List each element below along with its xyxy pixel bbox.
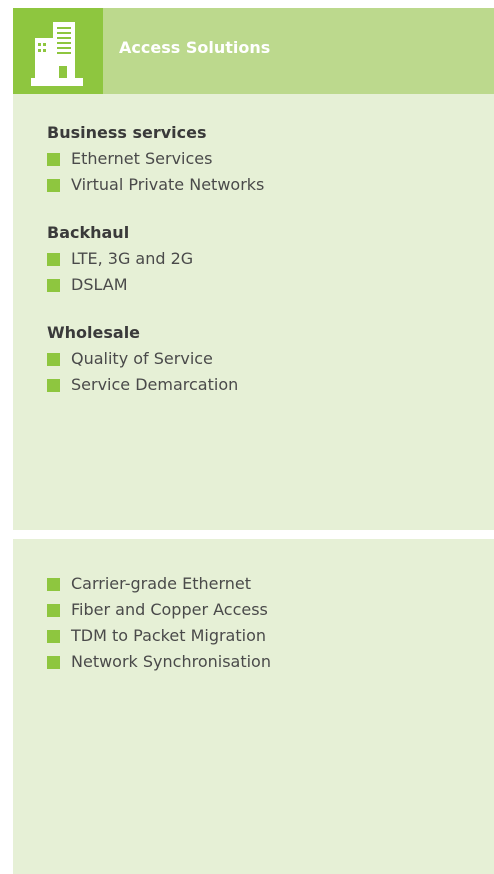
header-icon-box <box>13 8 103 94</box>
bullet-square-icon <box>47 630 60 643</box>
list-item: Carrier-grade Ethernet <box>47 571 271 597</box>
list-item-label: Network Synchronisation <box>71 652 271 671</box>
list-item-label: Quality of Service <box>71 349 213 368</box>
features-panel: Carrier-grade Ethernet Fiber and Copper … <box>13 539 494 874</box>
panel-header: Access Solutions <box>13 8 494 94</box>
group-list: Ethernet Services Virtual Private Networ… <box>47 146 264 198</box>
list-item: Quality of Service <box>47 346 264 372</box>
list-item-label: TDM to Packet Migration <box>71 626 266 645</box>
solutions-panel: Access Solutions Business services Ether… <box>13 8 494 530</box>
list-item: TDM to Packet Migration <box>47 623 271 649</box>
group-list: LTE, 3G and 2G DSLAM <box>47 246 264 298</box>
group-wholesale: Wholesale Quality of Service Service Dem… <box>47 320 264 398</box>
bullet-square-icon <box>47 578 60 591</box>
list-item-label: DSLAM <box>71 275 128 294</box>
bullet-square-icon <box>47 153 60 166</box>
bullet-square-icon <box>47 656 60 669</box>
solution-groups: Business services Ethernet Services Virt… <box>47 120 264 420</box>
bullet-square-icon <box>47 253 60 266</box>
list-item: DSLAM <box>47 272 264 298</box>
list-item: Ethernet Services <box>47 146 264 172</box>
list-item-label: Virtual Private Networks <box>71 175 265 194</box>
bullet-square-icon <box>47 353 60 366</box>
features-list: Carrier-grade Ethernet Fiber and Copper … <box>47 571 271 675</box>
building-icon <box>31 22 83 86</box>
group-list: Quality of Service Service Demarcation <box>47 346 264 398</box>
group-heading: Wholesale <box>47 323 141 342</box>
bullet-square-icon <box>47 179 60 192</box>
list-item: Virtual Private Networks <box>47 172 264 198</box>
list-item: Service Demarcation <box>47 372 264 398</box>
list-item: Network Synchronisation <box>47 649 271 675</box>
list-item-label: Service Demarcation <box>71 375 239 394</box>
group-business-services: Business services Ethernet Services Virt… <box>47 120 264 198</box>
list-item-label: LTE, 3G and 2G <box>71 249 194 268</box>
bullet-square-icon <box>47 604 60 617</box>
bullet-square-icon <box>47 379 60 392</box>
list-item-label: Ethernet Services <box>71 149 213 168</box>
list-item-label: Carrier-grade Ethernet <box>71 574 252 593</box>
group-heading: Business services <box>47 123 207 142</box>
bullet-square-icon <box>47 279 60 292</box>
list-item-label: Fiber and Copper Access <box>71 600 268 619</box>
list-item: Fiber and Copper Access <box>47 597 271 623</box>
group-backhaul: Backhaul LTE, 3G and 2G DSLAM <box>47 220 264 298</box>
panel-title: Access Solutions <box>119 38 271 57</box>
list-item: LTE, 3G and 2G <box>47 246 264 272</box>
group-heading: Backhaul <box>47 223 130 242</box>
